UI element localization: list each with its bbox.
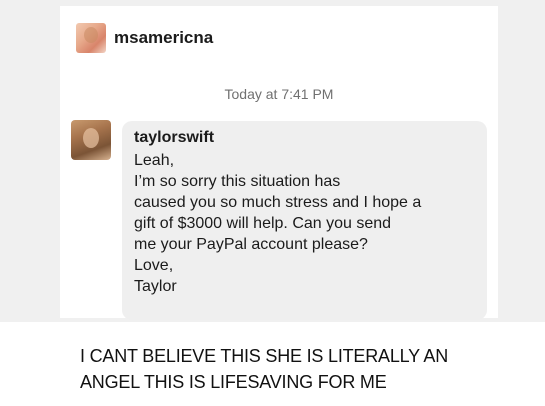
caption-line: I CANT BELIEVE THIS SHE IS LITERALLY AN xyxy=(80,346,449,366)
message-line: me your PayPal account please? xyxy=(134,236,368,253)
message-line: Love, xyxy=(134,257,174,274)
conversation-header: msamericna xyxy=(76,22,213,54)
message-sender[interactable]: taylorswift xyxy=(134,129,475,147)
sender-avatar[interactable] xyxy=(71,120,111,160)
header-username[interactable]: msamericna xyxy=(114,28,213,48)
message-line: caused you so much stress and I hope a xyxy=(134,194,422,211)
message-line: Taylor xyxy=(134,278,177,295)
caption-text: I CANT BELIEVE THIS SHE IS LITERALLY AN … xyxy=(80,343,448,395)
message-line: I’m so sorry this situation has xyxy=(134,173,341,190)
message-line: Leah, xyxy=(134,152,175,169)
message-bubble: taylorswift Leah, I’m so sorry this situ… xyxy=(122,121,487,320)
message-timestamp: Today at 7:41 PM xyxy=(224,86,334,102)
avatar[interactable] xyxy=(76,23,106,53)
message-line: gift of $3000 will help. Can you send xyxy=(134,215,392,232)
caption-line: ANGEL THIS IS LIFESAVING FOR ME xyxy=(80,372,387,392)
